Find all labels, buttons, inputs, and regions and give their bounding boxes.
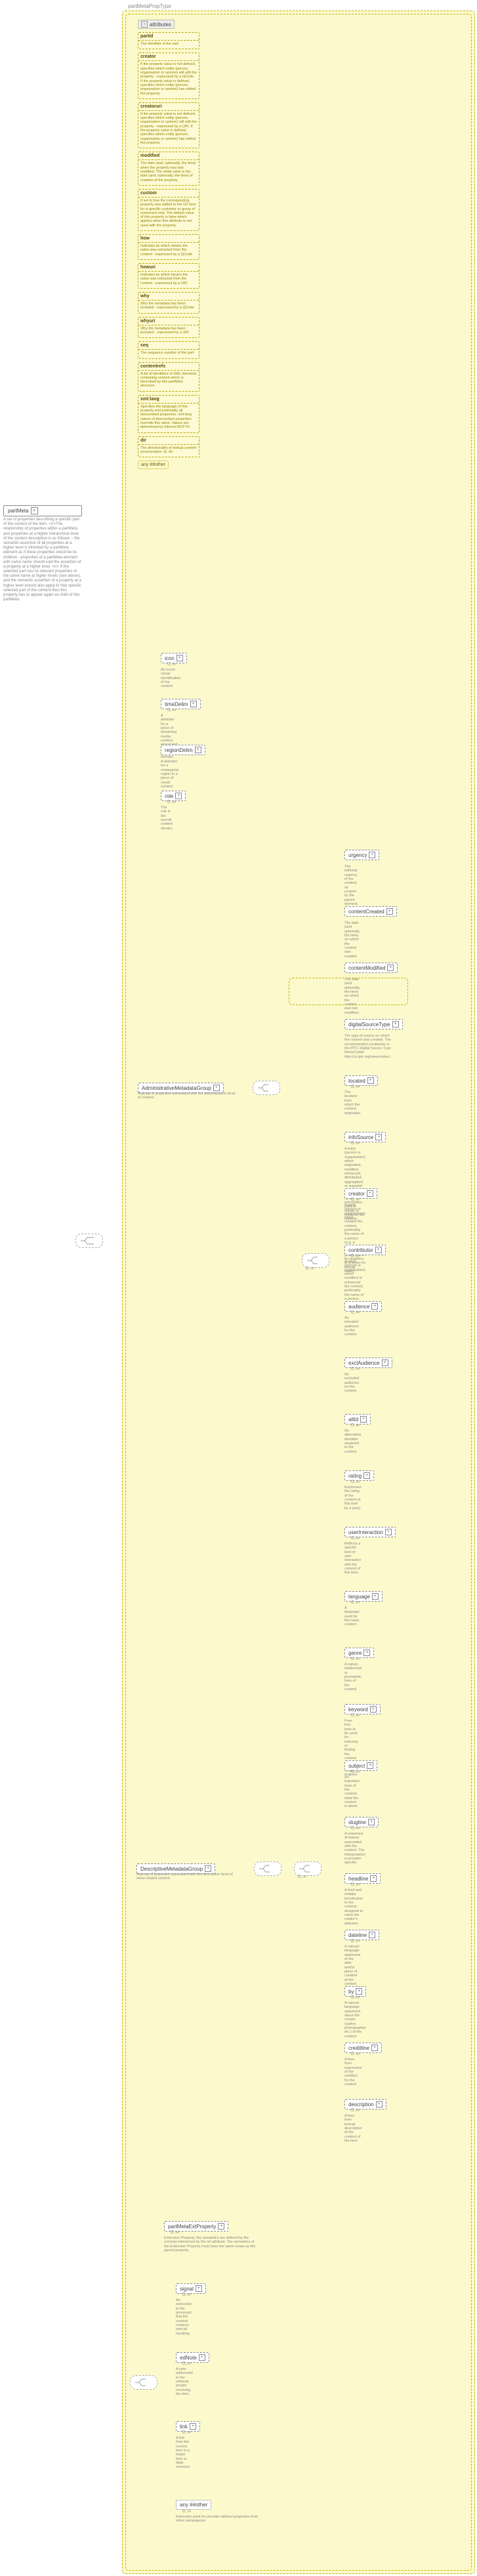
- expand-icon[interactable]: [195, 747, 201, 753]
- expand-icon[interactable]: [386, 908, 393, 915]
- attributes-block: attributes partidThe identifier of the p…: [138, 20, 199, 469]
- el-audience: audience: [344, 1301, 382, 1312]
- expand-icon[interactable]: [382, 1360, 388, 1366]
- expand-icon[interactable]: [385, 1529, 392, 1535]
- expand-icon[interactable]: [367, 1762, 373, 1769]
- attr-xml:lang: xml:langSpecifies the language of this p…: [138, 395, 199, 433]
- expand-icon[interactable]: [375, 1247, 382, 1253]
- desc-group-name: DescriptiveMetadataGroup: [140, 1866, 203, 1872]
- el-contentCreated: contentCreated: [344, 906, 397, 917]
- expand-icon[interactable]: [369, 852, 375, 858]
- sequence-connector: [253, 1081, 280, 1095]
- el-urgency: urgency: [344, 850, 379, 860]
- expand-icon[interactable]: [199, 2354, 205, 2361]
- attr-how: howIndicates by which means the value wa…: [138, 234, 199, 260]
- el-dateline: dateline: [344, 1930, 379, 1940]
- expand-icon[interactable]: [175, 793, 182, 799]
- sequence-connector: [254, 1861, 281, 1876]
- expand-icon[interactable]: [356, 1988, 362, 1995]
- el-located: located: [344, 1075, 378, 1086]
- expand-icon[interactable]: [371, 1303, 378, 1310]
- expand-icon[interactable]: [368, 1819, 375, 1825]
- root-desc: A set of properties describing a specifi…: [3, 518, 82, 602]
- el-headline: headline: [344, 1873, 381, 1884]
- el-slugline: slugline: [344, 1817, 379, 1827]
- attr-howuri: howuriIndicates by which means the value…: [138, 263, 199, 289]
- expand-icon[interactable]: [371, 2045, 378, 2051]
- expand-icon[interactable]: [190, 701, 197, 707]
- expand-icon[interactable]: [370, 1706, 377, 1713]
- expand-icon[interactable]: [376, 2101, 383, 2108]
- el-contentModified: contentModified: [344, 963, 398, 973]
- expand-icon[interactable]: [369, 1932, 375, 1938]
- expand-icon[interactable]: [363, 1472, 370, 1479]
- admin-group-desc: A group of properties associated with th…: [138, 1092, 236, 1100]
- attr-seq: seqThe sequence number of the part: [138, 341, 199, 358]
- attr-modified: modifiedThe date (and, optionally, the t…: [138, 152, 199, 186]
- expand-icon[interactable]: [367, 1077, 374, 1084]
- root-element: partMeta A set of properties describing …: [3, 505, 82, 602]
- el-language: language: [344, 1591, 383, 1602]
- sequence-connector: [130, 2375, 157, 2390]
- el-regionDelim: regionDelim: [161, 745, 205, 755]
- expand-icon[interactable]: [218, 2223, 224, 2230]
- sequence-connector: [75, 1234, 103, 1248]
- expand-icon[interactable]: [370, 1875, 377, 1882]
- expand-icon[interactable]: [31, 507, 38, 514]
- expand-icon[interactable]: [360, 1416, 367, 1423]
- expand-icon[interactable]: [205, 1865, 211, 1872]
- expand-icon[interactable]: [387, 965, 394, 971]
- admin-group-name: AdministrativeMetadataGroup: [142, 1085, 211, 1091]
- el-edNote: edNote: [176, 2352, 209, 2363]
- expand-icon[interactable]: [363, 1650, 370, 1656]
- attr-contentrefs: contentrefsA list of identifiers of XML …: [138, 362, 199, 392]
- attr-partid: partidThe identifier of the part: [138, 32, 199, 49]
- expand-icon[interactable]: [375, 1134, 382, 1140]
- expand-icon[interactable]: [190, 2423, 196, 2430]
- expand-icon[interactable]: [176, 655, 183, 661]
- sequence-connector: [302, 1253, 329, 1268]
- attr-why: whyWhy the metadata has been included - …: [138, 292, 199, 314]
- desc-group-desc: A group of properties associated with th…: [136, 1873, 241, 1881]
- root-name: partMeta: [8, 508, 29, 514]
- expand-icon[interactable]: [213, 1085, 220, 1091]
- el-creditline: creditline: [344, 2043, 382, 2053]
- el-creator: creator: [344, 1188, 377, 1199]
- sequence-connector: [294, 1861, 321, 1876]
- attr-creatoruri: creatoruriIf the property value is not d…: [138, 102, 199, 149]
- el-digitalSourceType: digitalSourceType: [344, 1019, 403, 1029]
- attr-creator: creatorIf the property value is not defi…: [138, 52, 199, 99]
- any-other: any ##other: [176, 2500, 211, 2510]
- el-keyword: keyword: [344, 1704, 381, 1714]
- attr-any-other: any ##other: [138, 461, 169, 469]
- attr-custom: customIf set to true the corresponding p…: [138, 189, 199, 231]
- expand-icon[interactable]: [372, 1593, 379, 1600]
- attributes-header[interactable]: attributes: [138, 20, 175, 29]
- expand-icon[interactable]: [196, 2285, 202, 2292]
- attr-whyuri: whyuriWhy the metadata has been included…: [138, 317, 199, 339]
- expand-icon[interactable]: [367, 1190, 373, 1197]
- expand-icon[interactable]: [392, 1021, 399, 1028]
- type-title: partMetaPropType: [128, 3, 171, 9]
- el-subject: subject: [344, 1760, 377, 1771]
- attr-dir: dirThe directionality of textual content…: [138, 436, 199, 458]
